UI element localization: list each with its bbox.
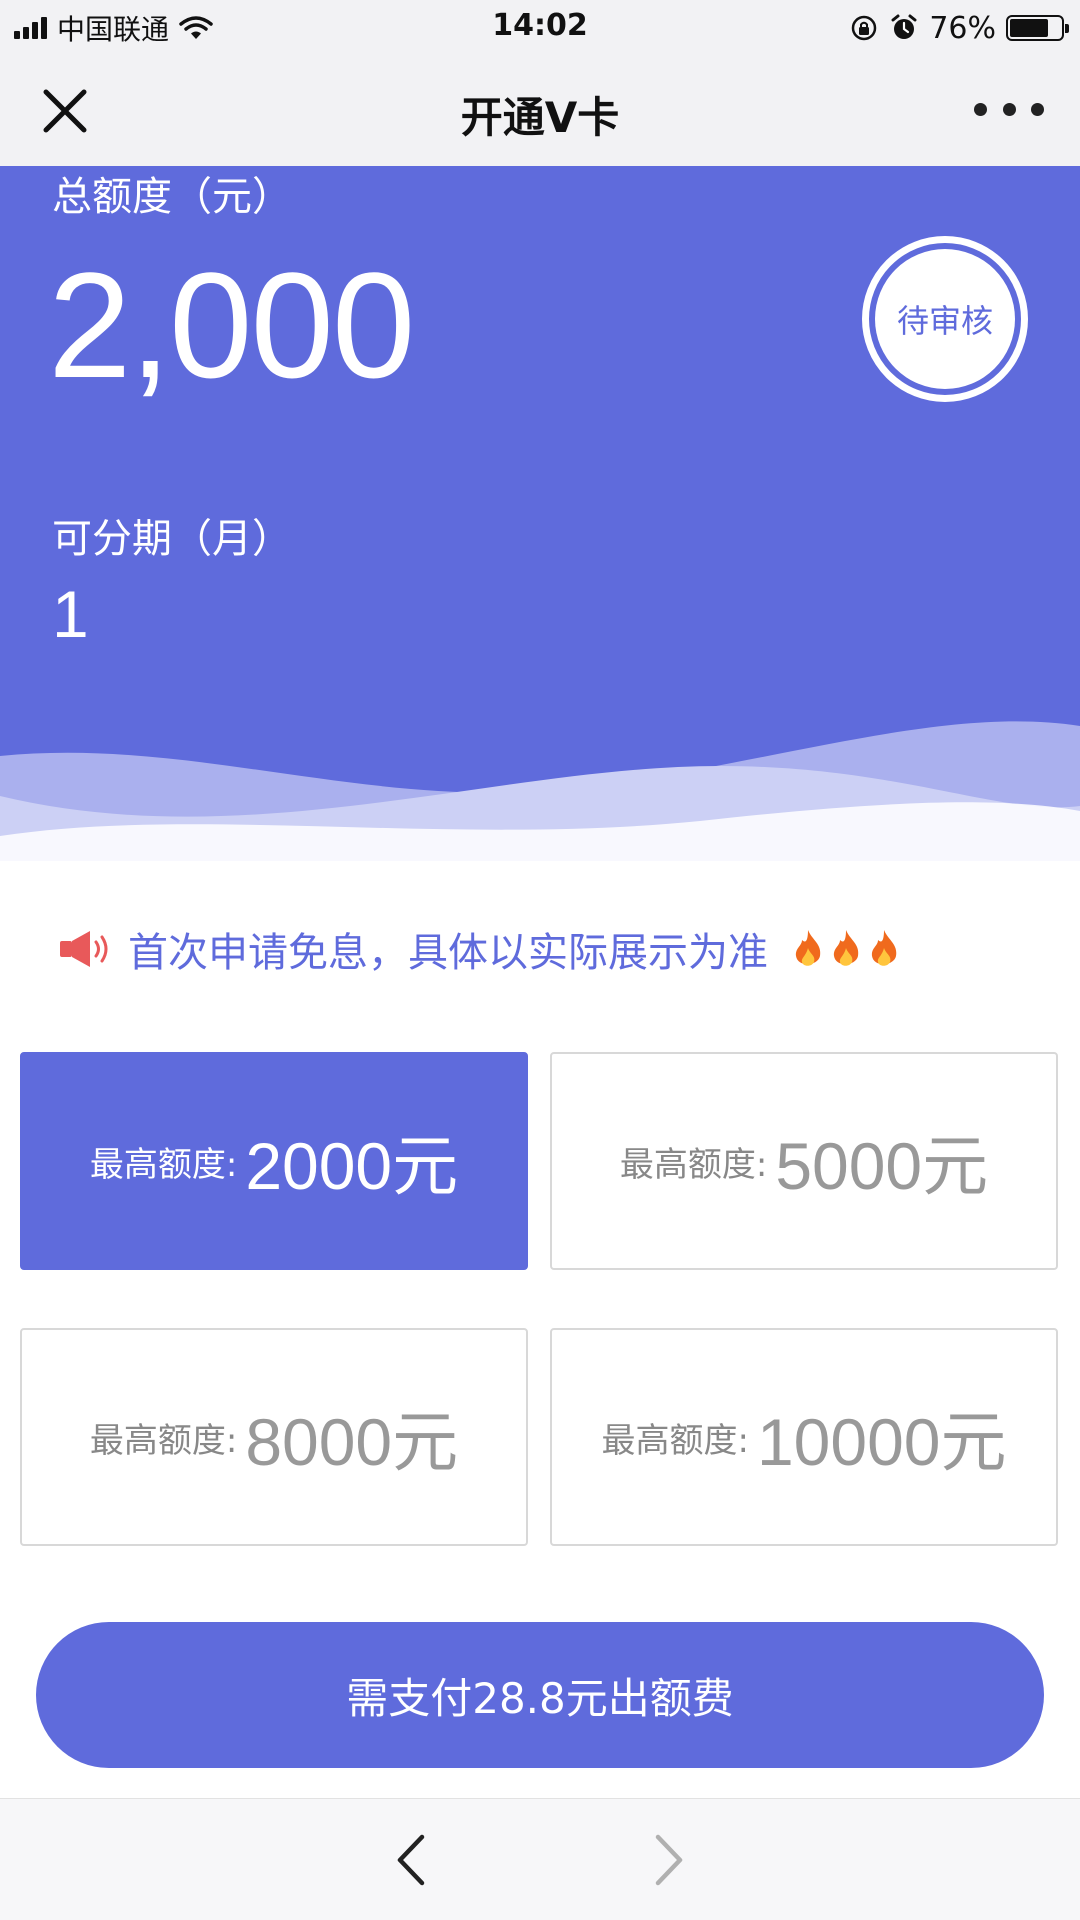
flame-icon: [795, 930, 821, 966]
orientation-lock-icon: [852, 15, 877, 41]
more-icon[interactable]: [974, 94, 1044, 124]
quota-option-label: 最高额度:: [601, 1420, 749, 1461]
flame-icon: [833, 930, 859, 966]
status-bar-right: 76%: [849, 8, 1069, 48]
battery-icon: [1006, 15, 1069, 41]
pending-review-stamp: 待审核: [862, 236, 1028, 402]
alarm-icon: [891, 14, 917, 39]
notice-banner: 首次申请免息，具体以实际展示为准: [58, 920, 902, 978]
more-dot: [1002, 102, 1016, 116]
quota-option-value: 10000元: [756, 1405, 1007, 1479]
quota-option-2000[interactable]: 最高额度: 2000元: [20, 1052, 528, 1270]
quota-option-value: 5000元: [775, 1129, 989, 1203]
notice-text: 首次申请免息，具体以实际展示为准: [128, 930, 768, 976]
quota-option-8000[interactable]: 最高额度: 8000元: [20, 1328, 528, 1546]
quota-option-value: 8000元: [245, 1405, 459, 1479]
quota-option-label: 最高额度:: [619, 1144, 768, 1185]
total-quota-amount: 2,000: [48, 241, 415, 409]
page-title: 开通V卡: [460, 93, 620, 142]
pay-fee-button[interactable]: 需支付28.8元出额费: [36, 1622, 1044, 1768]
quota-option-5000[interactable]: 最高额度: 5000元: [550, 1052, 1058, 1270]
quota-option-label: 最高额度:: [89, 1420, 238, 1461]
wave-decoration: [0, 721, 1080, 866]
flame-icon: [871, 930, 897, 966]
installment-months: 1: [52, 577, 89, 651]
pay-fee-button-label: 需支付28.8元出额费: [346, 1673, 734, 1723]
more-dot: [974, 102, 987, 116]
chevron-right-icon[interactable]: [644, 1831, 692, 1889]
quota-option-label: 最高额度:: [89, 1144, 238, 1185]
chevron-left-icon[interactable]: [388, 1831, 436, 1889]
installment-label: 可分期（月）: [52, 516, 292, 562]
browser-bottom-bar: [0, 1798, 1080, 1920]
more-dot: [1031, 102, 1044, 116]
flame-icons: [790, 928, 902, 970]
megaphone-icon: [60, 931, 108, 967]
quota-option-value: 2000元: [245, 1129, 459, 1203]
status-stamp-text: 待审核: [875, 249, 1015, 389]
status-bar: 中国联通 14:02 76%: [0, 0, 1080, 54]
credit-summary-panel: 总额度（元） 2,000 可分期（月） 1 待审核: [0, 166, 1080, 866]
total-quota-label: 总额度（元）: [52, 174, 292, 220]
nav-bar: 开通V卡: [0, 54, 1080, 166]
battery-level-fill: [1010, 19, 1048, 37]
battery-percent: 76%: [929, 10, 996, 46]
quota-option-10000[interactable]: 最高额度: 10000元: [550, 1328, 1058, 1546]
